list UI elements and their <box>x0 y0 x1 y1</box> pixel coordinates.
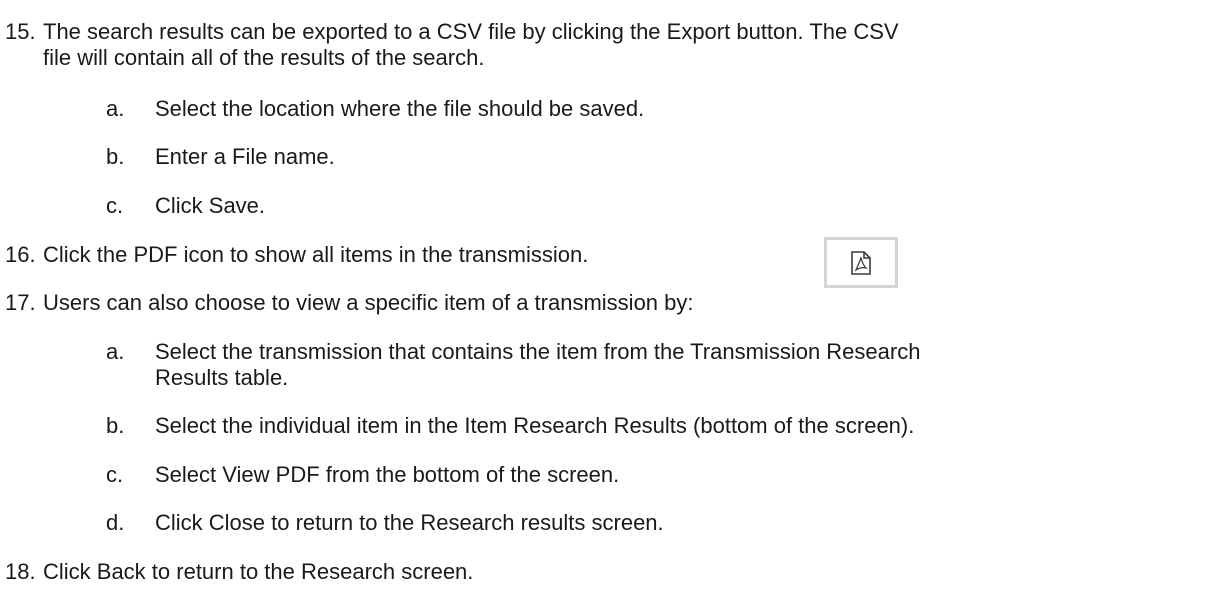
step-text-line: Click the PDF icon to show all items in … <box>43 242 589 267</box>
step-text-line: The search results can be exported to a … <box>43 19 899 44</box>
pdf-icon <box>851 250 871 275</box>
substep-text-line: Click Close to return to the Research re… <box>155 510 664 535</box>
pdf-button[interactable] <box>824 237 898 288</box>
step-number: 15. <box>5 19 36 44</box>
substep-text-line: Click Save. <box>155 193 266 218</box>
step-number: 18. <box>5 559 36 584</box>
substep-letter: a. <box>106 339 125 364</box>
instruction-document: 15. The search results can be exported t… <box>0 0 1210 602</box>
substep-letter: c. <box>106 462 124 487</box>
step-text-line: Click Back to return to the Research scr… <box>43 559 474 584</box>
substep-text-line: Select the individual item in the Item R… <box>155 413 915 438</box>
substep-letter: b. <box>106 413 125 438</box>
substep-text-line: Select the transmission that contains th… <box>155 339 921 364</box>
substep-text-line: Enter a File name. <box>155 144 335 169</box>
substep-letter: c. <box>106 193 124 218</box>
substep-text-line: Select View PDF from the bottom of the s… <box>155 462 620 487</box>
step-number: 16. <box>5 242 36 267</box>
substep-letter: b. <box>106 144 125 169</box>
step-text-line: Users can also choose to view a specific… <box>43 290 694 315</box>
substep-text-line: Select the location where the file shoul… <box>155 96 645 121</box>
substep-letter: d. <box>106 510 125 535</box>
substep-text-line: Results table. <box>155 365 289 390</box>
step-number: 17. <box>5 290 36 315</box>
step-text-line: file will contain all of the results of … <box>43 45 485 70</box>
substep-letter: a. <box>106 96 125 121</box>
